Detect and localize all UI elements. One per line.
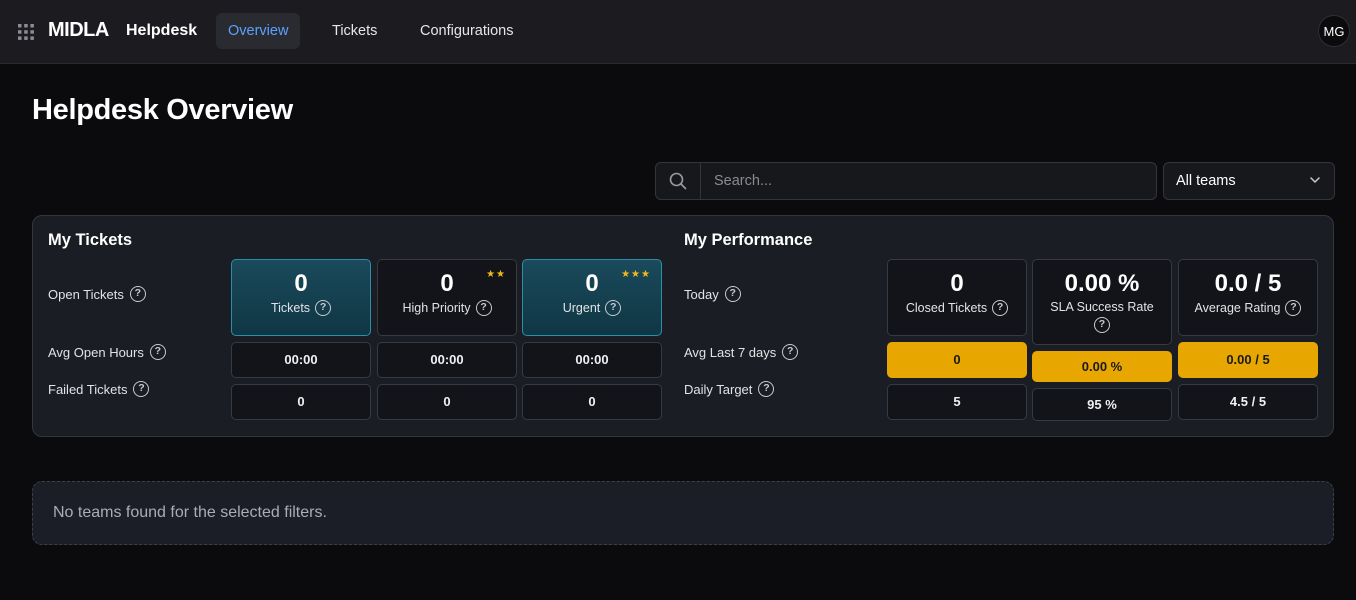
failed-tickets-label: Failed Tickets ? [48,381,150,397]
search-box [655,162,1157,200]
tickets-caption-text: Tickets [270,301,311,315]
help-icon[interactable]: ? [758,381,775,397]
avg-open-hours-urgent[interactable]: 00:00 [522,342,662,378]
daily-target-sla-success-rate[interactable]: 95 % [1032,388,1172,421]
average-rating-caption-text: Average Rating [1194,301,1281,315]
nav-tab-configurations[interactable]: Configurations [408,13,526,49]
help-icon[interactable]: ? [149,344,166,360]
urgent-caption: Urgent ? [523,300,661,316]
closed-tickets-caption-text: Closed Tickets [905,301,988,315]
avg-open-hours-label: Avg Open Hours ? [48,344,166,360]
tickets-count: 0 [294,270,308,297]
my-tickets-title: My Tickets [48,231,133,249]
failed-tickets-tickets[interactable]: 0 [231,384,371,420]
high-priority-caption: High Priority ? [378,300,516,316]
daily-target-closed-tickets[interactable]: 5 [887,384,1027,420]
empty-state-message: No teams found for the selected filters. [32,481,1334,545]
help-icon[interactable]: ? [129,286,146,302]
top-navbar: MIDLA Helpdesk Overview Tickets Configur… [0,0,1356,64]
closed-tickets-value: 0 [950,270,964,297]
daily-target-average-rating[interactable]: 4.5 / 5 [1178,384,1318,420]
open-tickets-label: Open Tickets ? [48,286,146,302]
tickets-card[interactable]: 0 Tickets ? [231,259,371,336]
today-label-text: Today [684,286,719,302]
sla-success-rate-value: 0.00 % [1064,270,1140,297]
nav-tab-tickets[interactable]: Tickets [320,13,389,49]
chevron-down-icon [1310,177,1320,183]
help-icon[interactable]: ? [475,300,492,316]
stats-panel: My Tickets Open Tickets ? Avg Open Hours… [32,215,1334,437]
open-tickets-label-text: Open Tickets [48,286,124,302]
help-icon[interactable]: ? [605,300,622,316]
sla-success-rate-caption-text: SLA Success Rate [1050,300,1154,314]
failed-tickets-high-priority[interactable]: 0 [377,384,517,420]
help-icon[interactable]: ? [1094,317,1110,333]
module-title[interactable]: Helpdesk [126,22,197,40]
sla-success-rate-caption: SLA Success Rate ? [1033,300,1171,333]
average-rating-value: 0.0 / 5 [1214,270,1282,297]
urgent-card[interactable]: ★★★ 0 Urgent ? [522,259,662,336]
urgent-caption-text: Urgent [562,301,601,315]
urgent-count: 0 [585,270,599,297]
help-icon[interactable]: ? [782,344,799,360]
average-rating-caption: Average Rating ? [1179,300,1317,316]
high-priority-count: 0 [440,270,454,297]
high-priority-card[interactable]: ★★ 0 High Priority ? [377,259,517,336]
sla-success-rate-card[interactable]: 0.00 % SLA Success Rate ? [1032,259,1172,345]
help-icon[interactable]: ? [133,381,150,397]
daily-target-label-text: Daily Target [684,381,753,397]
my-performance-title: My Performance [684,231,813,249]
team-filter-select[interactable]: All teams [1163,162,1335,200]
avg-7-days-closed-tickets[interactable]: 0 [887,342,1027,378]
high-priority-caption-text: High Priority [402,301,471,315]
search-input[interactable] [702,163,1152,199]
help-icon[interactable]: ? [1285,300,1302,316]
user-avatar[interactable]: MG [1318,15,1350,47]
failed-tickets-urgent[interactable]: 0 [522,384,662,420]
page-title: Helpdesk Overview [32,94,293,126]
closed-tickets-caption: Closed Tickets ? [888,300,1026,316]
avg-open-hours-label-text: Avg Open Hours [48,344,144,360]
search-icon[interactable] [656,163,701,199]
closed-tickets-card[interactable]: 0 Closed Tickets ? [887,259,1027,336]
help-icon[interactable]: ? [724,286,741,302]
average-rating-card[interactable]: 0.0 / 5 Average Rating ? [1178,259,1318,336]
tickets-caption: Tickets ? [232,300,370,316]
failed-tickets-label-text: Failed Tickets [48,381,128,397]
avg-last-7-days-label: Avg Last 7 days ? [684,344,799,360]
avg-open-hours-high-priority[interactable]: 00:00 [377,342,517,378]
nav-tab-overview[interactable]: Overview [216,13,301,49]
avg-open-hours-tickets[interactable]: 00:00 [231,342,371,378]
team-filter-value: All teams [1176,173,1236,189]
avg-7-days-sla-success-rate[interactable]: 0.00 % [1032,351,1172,382]
daily-target-label: Daily Target ? [684,381,775,397]
brand-logo[interactable]: MIDLA [48,19,109,42]
apps-grid-icon[interactable] [18,24,34,40]
help-icon[interactable]: ? [992,300,1009,316]
today-label: Today ? [684,286,741,302]
avg-7-days-average-rating[interactable]: 0.00 / 5 [1178,342,1318,378]
help-icon[interactable]: ? [315,300,332,316]
avg-last-7-days-label-text: Avg Last 7 days [684,344,777,360]
